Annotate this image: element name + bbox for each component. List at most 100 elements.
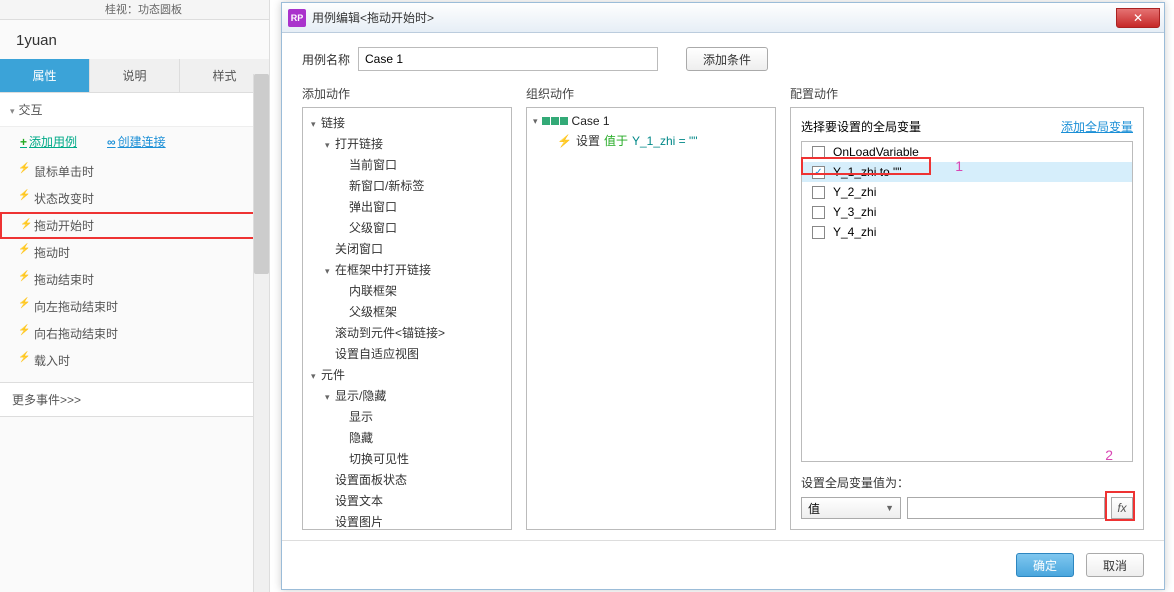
event-list: 鼠标单击时状态改变时拖动开始时拖动时拖动结束时向左拖动结束时向右拖动结束时载入时 [0,156,269,376]
columns: 添加动作 ▾链接▾打开链接当前窗口新窗口/新标签弹出窗口父级窗口关闭窗口▾在框架… [302,85,1144,530]
add-action-header: 添加动作 [302,85,512,107]
checkbox[interactable] [812,226,825,239]
bolt-icon: ⚡ [557,134,572,148]
organize-action-header: 组织动作 [526,85,776,107]
action-prefix: 设置 [576,132,600,149]
dialog-buttons: 确定 取消 [282,540,1164,589]
organize-action-column: 组织动作 ▾ Case 1 ⚡ 设置 值于 Y_1_zhi = "" [526,85,776,530]
action-tree[interactable]: ▾链接▾打开链接当前窗口新窗口/新标签弹出窗口父级窗口关闭窗口▾在框架中打开链接… [303,108,511,530]
tree-node[interactable]: 关闭窗口 [303,238,511,259]
add-action-column: 添加动作 ▾链接▾打开链接当前窗口新窗口/新标签弹出窗口父级窗口关闭窗口▾在框架… [302,85,512,530]
case-name-label: 用例名称 [302,51,350,68]
close-button[interactable]: ✕ [1116,8,1160,28]
organize-action-box: ▾ Case 1 ⚡ 设置 值于 Y_1_zhi = "" [526,107,776,530]
tree-node[interactable]: ▾打开链接 [303,133,511,154]
variable-row[interactable]: ✓ Y_1_zhi to "" [802,162,1132,182]
event-item[interactable]: 状态改变时 [0,185,269,212]
chevron-down-icon: ▼ [885,503,894,513]
variable-row[interactable]: Y_2_zhi [802,182,1132,202]
configure-action-column: 配置动作 选择要设置的全局变量 添加全局变量 OnLoadVariable ✓ Y_… [790,85,1144,530]
tree-node[interactable]: ▾在框架中打开链接 [303,259,511,280]
action-row[interactable]: ⚡ 设置 值于 Y_1_zhi = "" [533,130,769,151]
add-case-link[interactable]: +添加用例 [20,133,77,150]
add-condition-button[interactable]: 添加条件 [686,47,768,71]
section-interactions[interactable]: 交互 [0,93,269,127]
widget-name: 1yuan [0,20,269,59]
tree-node[interactable]: 滚动到元件<锚链接> [303,322,511,343]
tree-node[interactable]: 显示 [303,406,511,427]
variable-name: Y_2_zhi [833,185,876,199]
dropdown-value: 值 [808,500,820,517]
interaction-links: +添加用例 ∞创建连接 [0,127,269,156]
create-link-link[interactable]: ∞创建连接 [107,133,166,150]
panel-caption: 桂视：功态圆板 [0,0,269,20]
tree-node[interactable]: 父级窗口 [303,217,511,238]
dialog-title: 用例编辑<拖动开始时> [312,9,1116,26]
checkbox[interactable]: ✓ [812,166,825,179]
tree-node[interactable]: 设置面板状态 [303,469,511,490]
event-item[interactable]: 拖动开始时 [0,212,269,239]
configure-action-header: 配置动作 [790,85,1144,107]
checkbox[interactable] [812,146,825,159]
scroll-thumb[interactable] [254,74,269,274]
action-variable: Y_1_zhi = "" [632,134,698,148]
tab-notes[interactable]: 说明 [90,59,180,92]
checkbox[interactable] [812,206,825,219]
case-row[interactable]: ▾ Case 1 [533,112,769,130]
value-type-dropdown[interactable]: 值 ▼ [801,497,901,519]
variable-name: Y_4_zhi [833,225,876,239]
close-icon: ✕ [1133,11,1143,25]
action-mid: 值于 [604,132,628,149]
variable-list: OnLoadVariable ✓ Y_1_zhi to "" Y_2_zhi Y_3_z… [801,141,1133,462]
annotation-2: 2 [1105,447,1113,463]
value-row: 值 ▼ fx [801,497,1133,519]
tab-properties[interactable]: 属性 [0,59,90,92]
tree-node[interactable]: 新窗口/新标签 [303,175,511,196]
configure-action-box: 选择要设置的全局变量 添加全局变量 OnLoadVariable ✓ Y_1_zhi… [790,107,1144,530]
ok-button[interactable]: 确定 [1016,553,1074,577]
variable-header: 选择要设置的全局变量 添加全局变量 [801,118,1133,135]
value-section: 设置全局变量值为： 值 ▼ fx [801,474,1133,519]
tree-node[interactable]: 父级框架 [303,301,511,322]
tree-node[interactable]: 设置自适应视图 [303,343,511,364]
app-icon: RP [288,9,306,27]
tree-node[interactable]: 设置图片 [303,511,511,530]
variable-name: Y_1_zhi to "" [833,165,902,179]
tree-node[interactable]: 隐藏 [303,427,511,448]
event-item[interactable]: 鼠标单击时 [0,158,269,185]
add-global-variable-link[interactable]: 添加全局变量 [1061,118,1133,135]
tree-node[interactable]: ▾元件 [303,364,511,385]
scrollbar[interactable] [253,74,269,592]
tree-node[interactable]: 当前窗口 [303,154,511,175]
dialog-titlebar[interactable]: RP 用例编辑<拖动开始时> ✕ [282,3,1164,33]
variable-row[interactable]: OnLoadVariable [802,142,1132,162]
fx-button[interactable]: fx [1111,497,1133,519]
event-item[interactable]: 向左拖动结束时 [0,293,269,320]
case-editor-dialog: RP 用例编辑<拖动开始时> ✕ 用例名称 添加条件 添加动作 ▾链接▾打开链接… [281,2,1165,590]
event-item[interactable]: 拖动结束时 [0,266,269,293]
tree-node[interactable]: ▾显示/隐藏 [303,385,511,406]
variable-row[interactable]: Y_4_zhi [802,222,1132,242]
event-item[interactable]: 载入时 [0,347,269,374]
tree-node[interactable]: 切换可见性 [303,448,511,469]
tree-node[interactable]: 内联框架 [303,280,511,301]
checkbox[interactable] [812,186,825,199]
annotation-1: 1 [955,158,963,174]
tree-node[interactable]: ▾链接 [303,112,511,133]
event-item[interactable]: 拖动时 [0,239,269,266]
event-item[interactable]: 向右拖动结束时 [0,320,269,347]
cancel-button[interactable]: 取消 [1086,553,1144,577]
more-events[interactable]: 更多事件>>> [0,382,269,417]
dialog-body: 用例名称 添加条件 添加动作 ▾链接▾打开链接当前窗口新窗口/新标签弹出窗口父级… [282,33,1164,589]
expand-icon[interactable]: ▾ [533,116,538,127]
properties-panel: 桂视：功态圆板 1yuan 属性 说明 样式 交互 +添加用例 ∞创建连接 鼠标… [0,0,270,592]
variable-name: OnLoadVariable [833,145,919,159]
value-input[interactable] [907,497,1105,519]
variable-row[interactable]: Y_3_zhi [802,202,1132,222]
tree-node[interactable]: 弹出窗口 [303,196,511,217]
case-tree[interactable]: ▾ Case 1 ⚡ 设置 值于 Y_1_zhi = "" [527,108,775,155]
value-label: 设置全局变量值为： [801,474,1133,491]
tree-node[interactable]: 设置文本 [303,490,511,511]
case-name-input[interactable] [358,47,658,71]
case-name-row: 用例名称 添加条件 [302,47,1144,71]
